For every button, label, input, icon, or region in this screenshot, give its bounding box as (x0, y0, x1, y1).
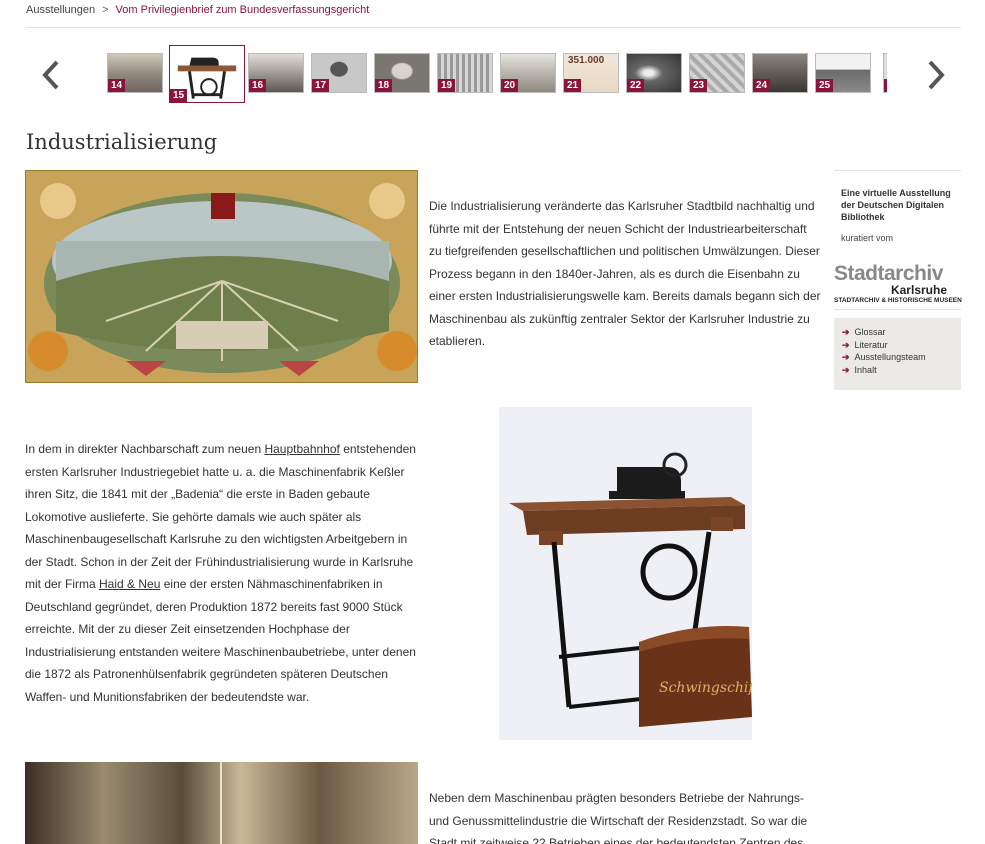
thumbnail-19[interactable]: 19 (437, 53, 493, 93)
thumbnail-number: 14 (108, 79, 126, 92)
text-part: eine der ersten Nähmaschinenfabriken in … (25, 577, 416, 704)
intro-paragraph: Die Industrialisierung veränderte das Ka… (429, 199, 821, 348)
arrow-right-icon: ➔ (842, 327, 850, 337)
thumbnail-17[interactable]: 17 (311, 53, 367, 93)
food-industry-paragraph: Neben dem Maschinenbau prägten besonders… (429, 791, 808, 844)
sidebar-divider (834, 170, 961, 171)
breadcrumb: Ausstellungen > Vom Privilegienbrief zum B… (26, 4, 369, 16)
breadcrumb-current-link[interactable]: Vom Privilegienbrief zum Bundesverfassun… (116, 4, 370, 16)
sewing-machine-label: Schwingschiff (659, 680, 752, 696)
thumbnail-number: 21 (564, 79, 582, 92)
thumbnail-number: 18 (375, 79, 393, 92)
header-divider (26, 27, 961, 28)
sidebar-link-ausstellungsteam[interactable]: ➔ Ausstellungsteam (842, 351, 961, 364)
thumbnail-caption: 351.000 (568, 55, 605, 66)
logo-city: Karlsruhe (890, 283, 947, 297)
thumbnail-number: 24 (753, 79, 771, 92)
thumbnail-24[interactable]: 24 (752, 53, 808, 93)
thumbnail-number: 23 (690, 79, 708, 92)
carousel-prev-button[interactable] (37, 58, 67, 92)
arrow-right-icon: ➔ (842, 352, 850, 362)
sidebar-link-label: Glossar (854, 327, 886, 337)
sidebar-link-label: Ausstellungsteam (854, 352, 926, 362)
thumbnail-16[interactable]: 16 (248, 53, 304, 93)
intro-section: Die Industrialisierung veränderte das Ka… (429, 195, 821, 353)
logo-wordmark: Stadtarchiv (834, 262, 961, 285)
thumbnail-22[interactable]: 22 (626, 53, 682, 93)
industry-section: In dem in direkter Nachbarschaft zum neu… (25, 438, 417, 708)
industry-paragraph: In dem in direkter Nachbarschaft zum neu… (25, 438, 417, 708)
sidebar-link-label: Literatur (854, 339, 888, 350)
chevron-right-icon (928, 60, 945, 90)
sidebar-link-glossar[interactable]: ➔ Glossar (842, 326, 961, 339)
thumbnail-number: 20 (501, 79, 519, 92)
arrow-right-icon: ➔ (842, 339, 850, 350)
factory-photo-image (25, 762, 418, 844)
hauptbahnhof-link[interactable]: Hauptbahnhof (264, 442, 339, 456)
photo-divider (220, 762, 222, 844)
thumbnail-number: 16 (249, 79, 267, 92)
panorama-illustration (26, 171, 417, 382)
sidebar-divider (834, 309, 961, 310)
thumbnail-15[interactable]: 15 (169, 45, 245, 103)
thumbnail-21[interactable]: 351.000 21 (563, 53, 619, 93)
logo-word: Stadtarchiv (834, 262, 943, 285)
karlsruhe-panorama-image (25, 170, 418, 383)
breadcrumb-root-link[interactable]: Ausstellungen (26, 4, 95, 16)
chevron-left-icon (42, 60, 59, 90)
thumbnail-number: 22 (627, 79, 645, 92)
text-part: entstehenden ersten Karlsruher Industrie… (25, 442, 416, 591)
sidebar-link-literatur[interactable]: ➔ Literatur (842, 339, 961, 352)
thumbnail-23[interactable]: 23 (689, 53, 745, 93)
curated-by-text: kuratiert vom (841, 233, 894, 243)
thumbnail-26-partial[interactable] (883, 53, 887, 93)
sewing-machine-illustration: Schwingschiff (499, 407, 752, 740)
sidebar: Eine virtuelle Ausstellung der Deutschen… (834, 170, 962, 390)
thumbnail-number: 19 (438, 79, 456, 92)
thumbnail-number: 15 (170, 89, 188, 102)
thumbnail-number: 25 (816, 79, 834, 92)
sidebar-heading: Eine virtuelle Ausstellung der Deutschen… (841, 188, 951, 222)
haid-neu-link[interactable]: Haid & Neu (99, 577, 160, 591)
thumbnail-18[interactable]: 18 (374, 53, 430, 93)
thumbnail-strip: 14 15 16 17 18 19 20 351.000 21 22 23 24… (107, 45, 887, 103)
text-part: In dem in direkter Nachbarschaft zum neu… (25, 442, 265, 456)
thumbnail-20[interactable]: 20 (500, 53, 556, 93)
stadtarchiv-logo[interactable]: Stadtarchiv Karlsruhe STADTARCHIV & HIST… (834, 262, 962, 305)
page-title: Industrialisierung (26, 130, 218, 154)
arrow-right-icon: ➔ (842, 364, 850, 375)
sewing-machine-image: Schwingschiff (499, 407, 752, 740)
breadcrumb-separator: > (102, 4, 109, 16)
thumbnail-number: 17 (312, 79, 330, 92)
thumbnail-14[interactable]: 14 (107, 53, 163, 93)
food-industry-section: Neben dem Maschinenbau prägten besonders… (429, 787, 821, 844)
carousel-next-button[interactable] (922, 58, 952, 92)
thumbnail-number (884, 79, 887, 92)
sidebar-link-label: Inhalt (854, 364, 877, 375)
thumbnail-25[interactable]: 25 (815, 53, 871, 93)
sidebar-links-list: ➔ Glossar ➔ Literatur ➔ Ausstellungsteam ➔ I… (834, 318, 961, 376)
logo-subtitle: STADTARCHIV & HISTORISCHE MUSEEN (834, 297, 962, 304)
sidebar-links-box: ➔ Glossar ➔ Literatur ➔ Ausstellungsteam ➔ I… (834, 318, 961, 390)
sidebar-link-inhalt[interactable]: ➔ Inhalt (842, 364, 961, 377)
